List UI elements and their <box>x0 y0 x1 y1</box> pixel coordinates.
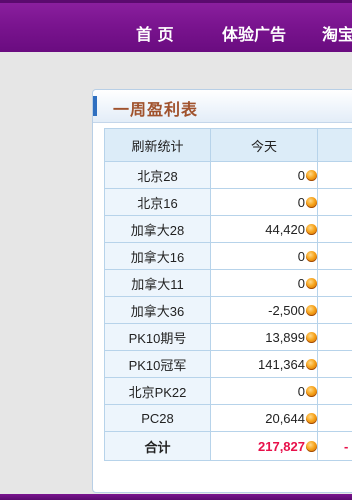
table-row: 北京28 0 <box>104 161 352 189</box>
row-today-value: 0 <box>210 269 318 297</box>
row-name: 加拿大28 <box>104 215 211 243</box>
row-next-value <box>317 377 352 405</box>
gold-coin-icon <box>306 331 317 343</box>
row-next-value <box>317 215 352 243</box>
total-next-partial: - <box>344 438 349 454</box>
bottom-bar <box>0 494 352 500</box>
table-row: 北京16 0 <box>104 188 352 216</box>
table-row: PK10冠军 141,364 <box>104 350 352 378</box>
row-today-value: -2,500 <box>210 296 318 324</box>
nav-item-home[interactable]: 首 页 <box>136 21 174 45</box>
row-today-number: 0 <box>297 275 305 291</box>
row-today-value: 0 <box>210 161 318 189</box>
gold-coin-icon <box>306 440 317 452</box>
row-today-value: 0 <box>210 188 318 216</box>
row-name: 加拿大16 <box>104 242 211 270</box>
gold-coin-icon <box>306 277 317 289</box>
table-row: 加拿大28 44,420 <box>104 215 352 243</box>
total-today-value: 217,827 <box>210 431 318 461</box>
row-name: PK10冠军 <box>104 350 211 378</box>
gold-coin-icon <box>306 412 317 424</box>
row-next-value <box>317 404 352 432</box>
row-next-value <box>317 269 352 297</box>
row-today-number: 13,899 <box>265 329 305 345</box>
row-today-number: 0 <box>297 194 305 210</box>
top-nav-bar: 首 页 体验广告 淘宝 <box>0 0 352 52</box>
table-row: 加拿大36 -2,500 <box>104 296 352 324</box>
total-next-value: - <box>317 431 352 461</box>
row-today-number: 141,364 <box>258 356 305 372</box>
nav-item-trial-ads[interactable]: 体验广告 <box>222 21 286 45</box>
row-name: PK10期号 <box>104 323 211 351</box>
row-next-value <box>317 350 352 378</box>
gold-coin-icon <box>306 196 317 208</box>
gold-coin-icon <box>306 250 317 262</box>
header-next-column <box>317 128 352 162</box>
gold-coin-icon <box>306 358 317 370</box>
table-row: PC28 20,644 <box>104 404 352 432</box>
row-name: 北京28 <box>104 161 211 189</box>
table-header-row: 刷新统计 今天 <box>104 128 352 162</box>
row-name: 加拿大36 <box>104 296 211 324</box>
gold-coin-icon <box>306 304 317 316</box>
row-next-value <box>317 161 352 189</box>
row-next-value <box>317 323 352 351</box>
header-today: 今天 <box>210 128 318 162</box>
row-next-value <box>317 296 352 324</box>
nav-item-taobao[interactable]: 淘宝 <box>322 21 352 45</box>
row-next-value <box>317 242 352 270</box>
panel-header-accent <box>93 96 97 116</box>
row-today-value: 0 <box>210 377 318 405</box>
weekly-profit-panel: 一周盈利表 刷新统计 今天 北京28 0 北京16 0 加拿大28 44,420 加拿大16… <box>92 89 352 493</box>
total-label: 合计 <box>104 431 211 461</box>
header-refresh-stats: 刷新统计 <box>104 128 211 162</box>
table-row: 加拿大11 0 <box>104 269 352 297</box>
row-today-number: 44,420 <box>265 221 305 237</box>
profit-table: 刷新统计 今天 北京28 0 北京16 0 加拿大28 44,420 加拿大16 0 加拿大11… <box>104 128 352 461</box>
row-today-number: 20,644 <box>265 410 305 426</box>
row-name: 加拿大11 <box>104 269 211 297</box>
row-today-value: 0 <box>210 242 318 270</box>
gold-coin-icon <box>306 169 317 181</box>
panel-title: 一周盈利表 <box>113 100 199 119</box>
panel-header: 一周盈利表 <box>93 90 352 123</box>
table-row: PK10期号 13,899 <box>104 323 352 351</box>
row-today-value: 44,420 <box>210 215 318 243</box>
row-today-value: 13,899 <box>210 323 318 351</box>
row-name: 北京16 <box>104 188 211 216</box>
row-today-number: 0 <box>297 167 305 183</box>
table-row: 加拿大16 0 <box>104 242 352 270</box>
total-row: 合计 217,827 - <box>104 431 352 461</box>
row-today-number: 0 <box>297 383 305 399</box>
row-name: PC28 <box>104 404 211 432</box>
gold-coin-icon <box>306 385 317 397</box>
gold-coin-icon <box>306 223 317 235</box>
table-row: 北京PK22 0 <box>104 377 352 405</box>
row-today-number: -2,500 <box>268 302 305 318</box>
row-today-number: 0 <box>297 248 305 264</box>
row-today-value: 141,364 <box>210 350 318 378</box>
row-today-value: 20,644 <box>210 404 318 432</box>
row-next-value <box>317 188 352 216</box>
total-today-number: 217,827 <box>258 438 305 454</box>
row-name: 北京PK22 <box>104 377 211 405</box>
